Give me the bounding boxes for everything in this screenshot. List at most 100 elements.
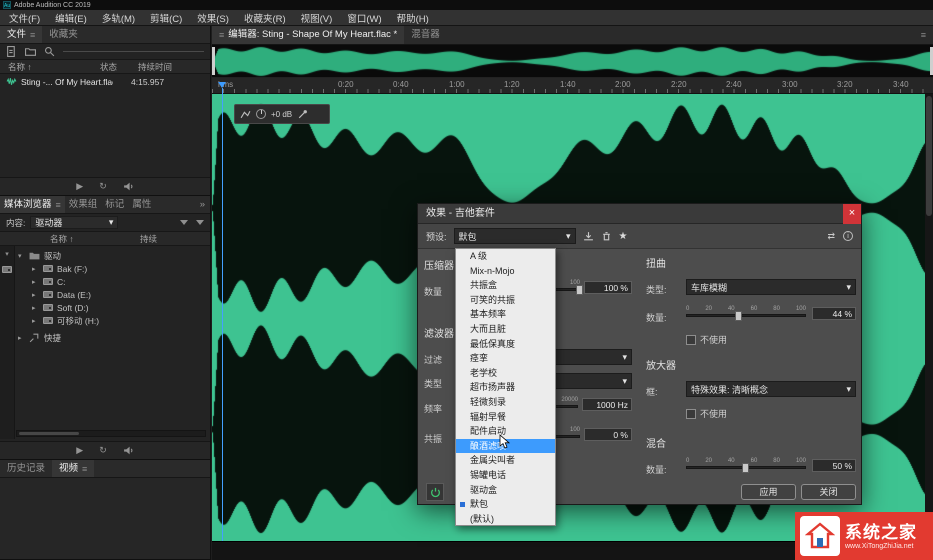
col-duration[interactable]: 持续时间 bbox=[138, 60, 172, 73]
preset-dropdown-list[interactable]: A 级 Mix-n-Mojo 共振盒 可笑的共振 基本频率 大而且脏 最低保真度… bbox=[455, 248, 556, 526]
preset-option[interactable]: 轻微刻录 bbox=[456, 395, 555, 410]
preset-option[interactable]: 可笑的共振 bbox=[456, 293, 555, 308]
speaker-icon[interactable] bbox=[123, 445, 134, 456]
slider-handle[interactable] bbox=[735, 311, 742, 321]
menu-edit[interactable]: 编辑(E) bbox=[55, 11, 87, 25]
preset-option[interactable]: 基本频率 bbox=[456, 307, 555, 322]
content-select[interactable]: 驱动器▾ bbox=[30, 216, 118, 229]
speaker-icon[interactable] bbox=[123, 181, 134, 192]
checkbox-icon[interactable] bbox=[686, 335, 696, 345]
tab-editor[interactable]: ≡ 编辑器: Sting - Shape Of My Heart.flac * bbox=[212, 26, 404, 44]
loop-icon[interactable]: ↻ bbox=[99, 181, 107, 192]
tab-video[interactable]: 视频 ≡ bbox=[52, 460, 94, 477]
tab-effects-rack[interactable]: 效果组 bbox=[65, 196, 102, 213]
pin-icon[interactable] bbox=[297, 109, 308, 120]
tree-row[interactable]: ▸ 可移动 (H:) bbox=[18, 314, 206, 327]
preset-option-selected[interactable]: 默包 bbox=[456, 497, 555, 512]
preset-option[interactable]: 金属尖叫者 bbox=[456, 453, 555, 468]
distortion-amount-value[interactable]: 44 % bbox=[812, 307, 856, 320]
filter-icon[interactable] bbox=[180, 220, 188, 225]
col-duration[interactable]: 持续 bbox=[140, 232, 157, 245]
menu-clip[interactable]: 剪辑(C) bbox=[150, 11, 182, 25]
close-button[interactable]: 关闭 bbox=[801, 484, 856, 500]
preset-option[interactable]: 痉挛 bbox=[456, 351, 555, 366]
slider-handle[interactable] bbox=[742, 463, 749, 473]
open-folder-icon[interactable] bbox=[25, 46, 36, 57]
comp-amount-value[interactable]: 100 % bbox=[584, 281, 632, 294]
search-input[interactable] bbox=[63, 51, 204, 52]
file-row[interactable]: Sting -... Of My Heart.flac * 4:15.957 bbox=[0, 74, 210, 89]
expander-icon[interactable]: ▸ bbox=[32, 317, 39, 325]
expander-icon[interactable]: ▸ bbox=[32, 265, 39, 273]
envelope-icon[interactable] bbox=[240, 109, 251, 120]
search-icon[interactable] bbox=[44, 46, 55, 57]
delete-preset-icon[interactable] bbox=[601, 231, 612, 242]
preset-option[interactable]: 超市扬声器 bbox=[456, 380, 555, 395]
tree-row[interactable]: ▸ C: bbox=[18, 275, 206, 288]
tab-overflow[interactable]: » bbox=[195, 196, 210, 213]
col-status[interactable]: 状态 bbox=[100, 60, 138, 73]
col-name[interactable]: 名称 ↑ bbox=[0, 60, 100, 73]
waveform-overview[interactable] bbox=[212, 45, 933, 78]
slider-handle[interactable] bbox=[576, 285, 583, 295]
menu-file[interactable]: 文件(F) bbox=[9, 11, 40, 25]
tree-row[interactable]: ▸ Soft (D:) bbox=[18, 301, 206, 314]
play-icon[interactable]: ▶ bbox=[76, 445, 83, 456]
menu-favorites[interactable]: 收藏夹(R) bbox=[244, 11, 286, 25]
freq-value[interactable]: 1000 Hz bbox=[582, 398, 632, 411]
distortion-type-dropdown[interactable]: 车库模糊▾ bbox=[686, 279, 856, 295]
expander-icon[interactable]: ▸ bbox=[32, 278, 39, 286]
col-name[interactable]: 名称 ↑ bbox=[0, 232, 140, 245]
distortion-amount-slider[interactable]: 020406080100 bbox=[686, 306, 806, 322]
preset-option[interactable]: 大而且脏 bbox=[456, 322, 555, 337]
scroll-thumb[interactable] bbox=[926, 96, 932, 216]
apply-button[interactable]: 应用 bbox=[741, 484, 796, 500]
tab-properties[interactable]: 属性 bbox=[128, 196, 155, 213]
menu-help[interactable]: 帮助(H) bbox=[397, 11, 429, 25]
tree-row[interactable]: ▸ Data (E:) bbox=[18, 288, 206, 301]
expander-icon[interactable]: ▸ bbox=[18, 334, 25, 342]
range-handle-left[interactable] bbox=[212, 47, 215, 75]
tab-history[interactable]: 历史记录 bbox=[0, 460, 52, 477]
loop-icon[interactable]: ↻ bbox=[99, 445, 107, 456]
preset-option[interactable]: Mix-n-Mojo bbox=[456, 264, 555, 279]
amp-bypass[interactable]: 不使用 bbox=[686, 407, 727, 420]
tab-files[interactable]: 文件 ≡ bbox=[0, 26, 42, 43]
gain-knob[interactable] bbox=[256, 109, 266, 119]
playhead-marker[interactable] bbox=[218, 82, 226, 88]
expander-icon[interactable]: ▸ bbox=[32, 304, 39, 312]
tab-media-browser[interactable]: 媒体浏览器 ≡ bbox=[0, 196, 65, 213]
expander-icon[interactable]: ▾ bbox=[18, 252, 25, 260]
tree-row[interactable]: ▸ Bak (F:) bbox=[18, 262, 206, 275]
resonance-value[interactable]: 0 % bbox=[584, 428, 632, 441]
panel-menu-icon[interactable]: ≡ bbox=[82, 460, 87, 478]
preset-option[interactable]: 驱动盒 bbox=[456, 483, 555, 498]
save-preset-icon[interactable] bbox=[583, 231, 594, 242]
editor-vscrollbar[interactable] bbox=[925, 94, 933, 541]
favorite-star-icon[interactable]: ★ bbox=[619, 231, 628, 242]
panel-menu-icon[interactable]: ≡ bbox=[30, 26, 35, 44]
filter-alt-icon[interactable] bbox=[196, 220, 204, 225]
menu-effects[interactable]: 效果(S) bbox=[197, 11, 229, 25]
routing-icon[interactable]: ⇄ bbox=[827, 231, 835, 242]
preset-option[interactable]: 共振盒 bbox=[456, 278, 555, 293]
media-hscrollbar[interactable] bbox=[16, 430, 206, 437]
mix-amount-slider[interactable]: 020406080100 bbox=[686, 458, 806, 474]
info-icon[interactable]: i bbox=[843, 231, 853, 241]
menu-window[interactable]: 窗口(W) bbox=[347, 11, 381, 25]
panel-menu-icon[interactable]: ≡ bbox=[56, 196, 61, 214]
mix-amount-value[interactable]: 50 % bbox=[812, 459, 856, 472]
play-icon[interactable]: ▶ bbox=[76, 181, 83, 192]
editor-panel-menu[interactable]: ≡ bbox=[914, 26, 933, 44]
preset-option[interactable]: A 级 bbox=[456, 249, 555, 264]
tab-favorites[interactable]: 收藏夹 bbox=[42, 26, 85, 43]
checkbox-icon[interactable] bbox=[686, 409, 696, 419]
preset-option[interactable]: 辐射早餐 bbox=[456, 410, 555, 425]
tab-markers[interactable]: 标记 bbox=[101, 196, 128, 213]
preset-option[interactable]: 锡罐电话 bbox=[456, 468, 555, 483]
preset-option[interactable]: 最低保真度 bbox=[456, 337, 555, 352]
menu-view[interactable]: 视图(V) bbox=[301, 11, 333, 25]
amp-box-dropdown[interactable]: 特殊效果: 清晰概念▾ bbox=[686, 381, 856, 397]
playhead-line[interactable] bbox=[222, 88, 223, 541]
distortion-bypass[interactable]: 不使用 bbox=[686, 333, 727, 346]
